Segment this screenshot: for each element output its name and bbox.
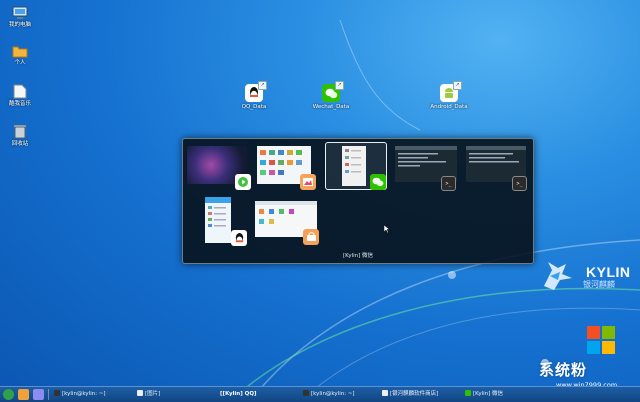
switcher-thumb-game[interactable] (187, 144, 251, 190)
terminal-icon: >_ (441, 176, 456, 191)
desktop-icon-trash[interactable]: 回收站 (0, 124, 40, 148)
shortcut-arrow-icon: ↗ (258, 81, 267, 90)
terminal-icon (54, 390, 60, 396)
taskbar: [kylin@kylin: ~] [图片] [[Kylin] QQ] [kyli… (0, 386, 640, 402)
image-icon (137, 390, 143, 396)
desktop-icon-kuwo[interactable]: 酷我音乐 (0, 84, 40, 108)
computer-icon (12, 6, 28, 19)
terminal-icon (303, 390, 309, 396)
desktop-icon-label: Wechat_Data (312, 104, 350, 110)
switcher-thumb-images[interactable] (255, 144, 317, 190)
windows-logo-icon (587, 326, 615, 354)
desktop-icon-wechat-data[interactable]: ↗ Wechat_Data (311, 81, 351, 111)
taskbar-separator (48, 389, 49, 400)
switcher-thumb-terminal-2[interactable]: >_ (466, 146, 532, 191)
wechat-icon (370, 174, 386, 190)
android-icon: ↗ (440, 81, 462, 102)
qq-icon: ↗ (245, 81, 267, 102)
taskbar-task-software-store[interactable]: [银河麒麟软件商店] (380, 389, 462, 400)
store-icon (382, 390, 388, 396)
brand-name: KYLIN (586, 264, 631, 280)
taskbar-task-wechat[interactable]: [Kylin] 微信 (463, 389, 515, 400)
switcher-thumb-qq[interactable] (187, 197, 249, 247)
desktop-icon-personal[interactable]: 个人 (0, 44, 40, 67)
taskbar-task-images[interactable]: [图片] (135, 389, 217, 400)
terminal-icon: >_ (512, 176, 527, 191)
switcher-thumb-terminal-1[interactable]: >_ (395, 146, 461, 191)
image-viewer-icon (300, 174, 316, 190)
desktop-icon-label: 个人 (14, 60, 26, 66)
start-menu-icon[interactable] (3, 389, 14, 400)
desktop-icon-label: 回收站 (11, 141, 29, 147)
desktop-icon-android-data[interactable]: ↗ Android_Data (429, 81, 469, 111)
shortcut-arrow-icon: ↗ (335, 81, 344, 90)
video-app-icon (235, 174, 251, 190)
desktop-icon-label: 酷我音乐 (8, 101, 31, 107)
task-label: [[Kylin] QQ] (220, 391, 257, 397)
task-label: [图片] (145, 391, 161, 397)
store-icon (303, 229, 319, 245)
taskbar-task-terminal-1[interactable]: [kylin@kylin: ~] (52, 389, 134, 400)
window-preview (342, 146, 366, 186)
mouse-cursor-icon (384, 225, 390, 233)
qq-icon (231, 230, 247, 246)
window-preview (205, 197, 231, 243)
folder-icon (12, 46, 28, 58)
task-label: [银河麒麟软件商店] (390, 391, 439, 397)
trash-icon (14, 125, 26, 139)
shortcut-arrow-icon: ↗ (453, 81, 462, 90)
taskbar-task-qq[interactable]: [[Kylin] QQ] (218, 389, 300, 400)
taskbar-task-terminal-2[interactable]: [kylin@kylin: ~] (301, 389, 379, 400)
task-label: [kylin@kylin: ~] (62, 391, 106, 397)
switcher-caption: [Kylin] 微信 (342, 253, 374, 259)
desktop-icon-computer[interactable]: 我的电脑 (0, 6, 40, 29)
task-label: [kylin@kylin: ~] (311, 391, 355, 397)
brand-subtitle: 银河麒麟 (583, 280, 615, 289)
desktop-icon-label: Android_Data (430, 104, 468, 110)
switcher-thumb-software-store[interactable] (255, 201, 321, 247)
wechat-icon (465, 390, 471, 396)
document-icon (13, 84, 27, 99)
show-desktop-icon[interactable] (33, 389, 44, 400)
desktop-icon-label: QQ_Data (241, 104, 267, 110)
watermark-title: 系统粉 (539, 361, 588, 379)
desktop-icon-qq-data[interactable]: ↗ QQ_Data (234, 81, 274, 111)
wechat-icon: ↗ (322, 81, 344, 102)
window-switcher: >_ >_ [Kylin] 微信 (182, 138, 534, 264)
file-manager-icon[interactable] (18, 389, 29, 400)
switcher-thumb-wechat[interactable] (325, 142, 387, 190)
task-label: [Kylin] 微信 (473, 391, 504, 397)
desktop-icon-label: 我的电脑 (8, 22, 31, 28)
